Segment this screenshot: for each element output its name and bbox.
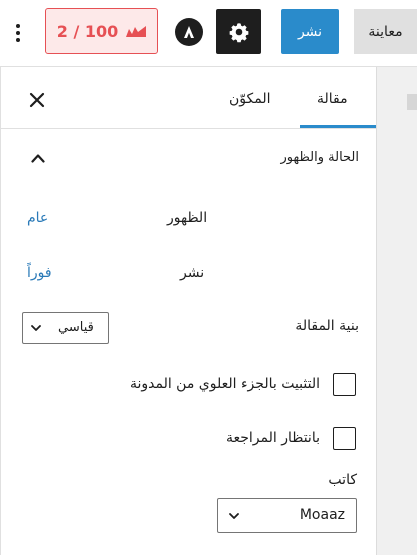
seo-score-button[interactable]: 2 / 100 (45, 8, 158, 54)
author-value: Moaaz (299, 507, 345, 523)
close-icon[interactable] (28, 91, 46, 109)
preview-button[interactable]: معاينة (354, 9, 417, 54)
publish-button[interactable]: نشر (281, 9, 339, 54)
post-format-select[interactable]: قياسي (22, 312, 109, 344)
tab-block[interactable]: المكوّن (229, 91, 271, 107)
tab-post[interactable]: مقالة (317, 91, 348, 107)
astra-logo-icon (184, 26, 194, 38)
author-select[interactable]: Moaaz (217, 498, 357, 533)
author-label: كاتب (328, 472, 357, 488)
sticky-checkbox-label[interactable]: التثبيت بالجزء العلوي من المدونة (100, 376, 320, 392)
status-visibility-panel-toggle[interactable]: الحالة والظهور (0, 130, 360, 186)
more-options-button[interactable] (10, 19, 26, 47)
post-format-value: قياسي (58, 320, 94, 335)
publish-date-label: نشر (180, 265, 205, 281)
editor-canvas-edge (376, 67, 417, 555)
pending-review-checkbox[interactable] (333, 427, 356, 450)
settings-button[interactable] (216, 9, 261, 54)
visibility-link[interactable]: عام (27, 210, 48, 226)
tabs-divider (0, 128, 376, 129)
publish-date-link[interactable]: فوراً (27, 265, 52, 281)
chevron-down-icon (229, 513, 239, 519)
seo-score-value: 2 / 100 (56, 21, 119, 41)
astra-button[interactable] (175, 18, 203, 46)
chevron-up-icon[interactable] (31, 153, 45, 163)
sticky-checkbox[interactable] (333, 373, 356, 396)
chevron-down-icon (31, 325, 41, 331)
kebab-vertical-icon (16, 24, 20, 28)
visibility-label: الظهور (167, 210, 208, 226)
header-divider (0, 66, 417, 67)
seo-score-icon (126, 26, 147, 37)
pending-review-label[interactable]: بانتظار المراجعة (190, 430, 320, 446)
gear-icon (229, 22, 248, 42)
